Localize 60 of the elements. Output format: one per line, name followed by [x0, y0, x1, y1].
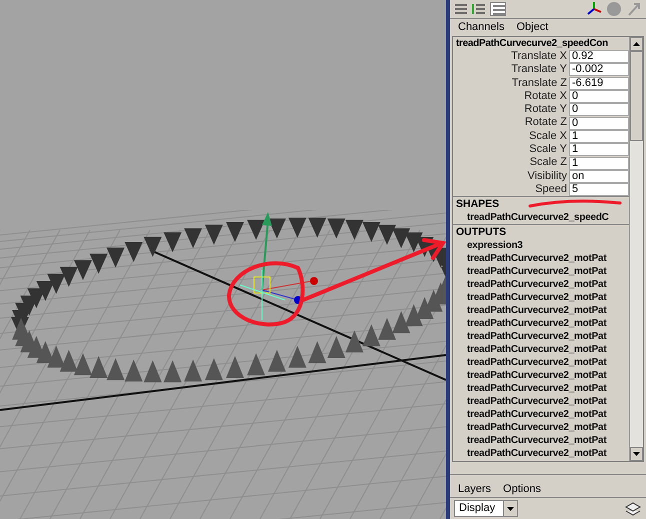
up-arrow-icon — [633, 42, 640, 46]
node-item[interactable]: treadPathCurvecurve2_motPat — [467, 330, 606, 344]
channel-value-field[interactable]: 1 — [569, 156, 629, 170]
channel-value-field[interactable]: 1 — [569, 143, 629, 156]
section-heading: SHAPES — [455, 198, 500, 212]
node-item[interactable]: treadPathCurvecurve2_motPat — [467, 421, 606, 434]
menu-item[interactable]: Object — [516, 19, 548, 36]
channel-value-field[interactable]: 0 — [569, 90, 629, 104]
channel-label[interactable]: Rotate X — [453, 90, 569, 104]
node-item[interactable]: treadPathCurvecurve2_motPat — [467, 343, 606, 356]
channel-label[interactable]: Visibility — [453, 170, 569, 184]
node-item[interactable]: treadPathCurvecurve2_motPat — [467, 408, 606, 422]
scroll-thumb[interactable] — [630, 51, 643, 141]
node-item[interactable]: treadPathCurvecurve2_motPat — [467, 291, 606, 304]
node-item[interactable]: treadPathCurvecurve2_motPat — [467, 356, 606, 370]
section-heading: OUTPUTS — [455, 226, 506, 240]
channel-value-field[interactable]: on — [569, 170, 629, 183]
node-item[interactable]: treadPathCurvecurve2_motPat — [467, 317, 606, 330]
node-item[interactable]: treadPathCurvecurve2_speedC — [467, 211, 609, 224]
channel-label[interactable]: Translate X — [453, 50, 569, 64]
channel-label[interactable]: Speed — [453, 182, 569, 196]
node-item[interactable]: treadPathCurvecurve2_motPat — [467, 395, 606, 408]
channel-label[interactable]: Rotate Y — [453, 103, 569, 117]
node-item[interactable]: treadPathCurvecurve2_motPat — [467, 434, 606, 448]
node-name[interactable]: treadPathCurvecurve2_speedCon — [453, 37, 608, 50]
node-item[interactable]: treadPathCurvecurve2_motPat — [467, 265, 606, 278]
node-item[interactable]: expression3 — [467, 239, 523, 252]
attribute-list-icon[interactable] — [472, 3, 486, 15]
channel-value-field[interactable]: 5 — [569, 183, 629, 196]
axis-icon[interactable] — [586, 1, 602, 17]
scroll-up-button[interactable] — [630, 37, 643, 51]
down-arrow-icon — [633, 452, 640, 456]
channel-label[interactable]: Rotate Z — [453, 116, 569, 130]
channel-value-field[interactable]: -0.002 — [569, 63, 629, 76]
channel-value-field[interactable]: 0.92 — [569, 50, 629, 64]
menu-item[interactable]: Options — [503, 480, 541, 498]
layer-editor-icon[interactable] — [490, 2, 506, 16]
node-item[interactable]: treadPathCurvecurve2_motPat — [467, 369, 606, 382]
node-item[interactable]: treadPathCurvecurve2_motPat — [467, 304, 606, 318]
menu-item[interactable]: Layers — [458, 480, 492, 498]
channel-label[interactable]: Translate Y — [453, 63, 569, 77]
node-item[interactable]: treadPathCurvecurve2_motPat — [467, 382, 606, 396]
layers-icon[interactable] — [624, 500, 642, 516]
channel-value-field[interactable]: 1 — [569, 130, 629, 143]
channel-label[interactable]: Scale Z — [453, 156, 569, 170]
node-item[interactable]: treadPathCurvecurve2_motPat — [467, 252, 606, 266]
node-item[interactable]: treadPathCurvecurve2_motPat — [467, 447, 606, 460]
channel-label[interactable]: Translate Z — [453, 76, 569, 90]
channel-value-field[interactable]: -6.619 — [569, 76, 629, 90]
menu-item[interactable]: Channels — [458, 19, 504, 36]
scrollbar[interactable] — [629, 37, 643, 461]
caret-icon — [507, 506, 514, 510]
channel-label[interactable]: Scale Y — [453, 142, 569, 156]
channel-label[interactable]: Scale X — [453, 130, 569, 144]
channel-box-icon[interactable] — [454, 3, 468, 15]
display-dropdown[interactable]: Display — [454, 500, 518, 517]
channel-value-field[interactable]: 0 — [569, 116, 629, 130]
channel-value-field[interactable]: 0 — [569, 103, 629, 116]
scroll-down-button[interactable] — [630, 447, 643, 461]
node-item[interactable]: treadPathCurvecurve2_motPat — [467, 278, 606, 292]
